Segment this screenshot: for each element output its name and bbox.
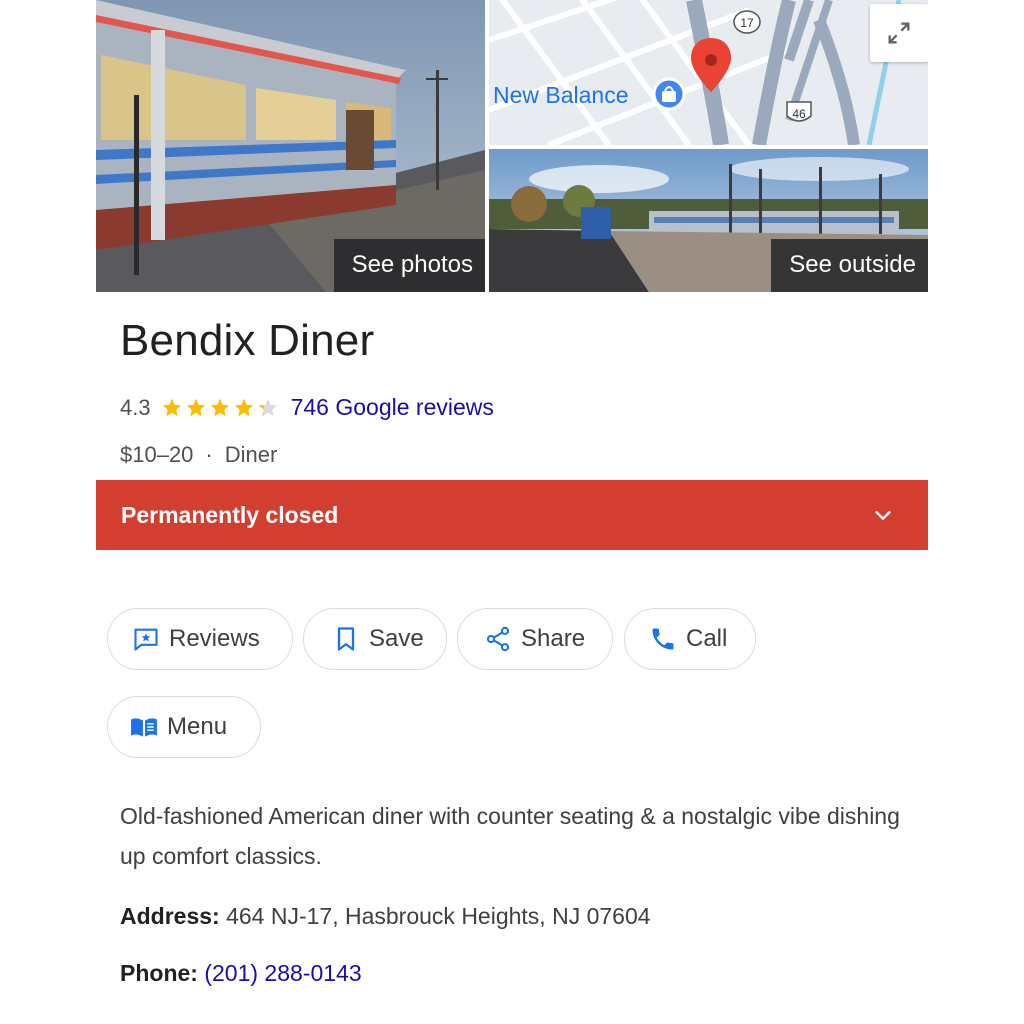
save-button[interactable]: Save [303,608,447,670]
place-description: Old-fashioned American diner with counte… [120,803,900,869]
star-icon [162,398,181,416]
phone-row: Phone: (201) 288-0143 [120,960,362,987]
reviews-icon [132,625,160,653]
google-reviews-link[interactable]: 746 Google reviews [291,394,494,421]
see-outside-button[interactable]: See outside [771,239,928,292]
address-value: 464 NJ-17, Hasbrouck Heights, NJ 07604 [219,903,651,929]
share-icon [484,625,512,653]
star-icon [186,398,205,416]
rating-value: 4.3 [120,394,151,420]
price-range: $10–20 [120,442,194,467]
expand-map-button[interactable] [870,4,928,62]
separator-dot: · [205,442,213,467]
phone-icon [649,625,677,653]
address-label: Address: [120,903,220,929]
svg-text:46: 46 [792,107,806,121]
price-category-row: $10–20 · Diner [120,442,277,468]
star-icon [258,398,277,416]
menu-button[interactable]: Menu [107,696,261,758]
diner-photo[interactable]: See photos [96,0,485,292]
share-button[interactable]: Share [457,608,613,670]
call-label: Call [686,625,728,652]
expand-icon [888,22,910,44]
menu-book-icon [130,713,158,741]
map-image: 17 46 New Balance [489,0,928,145]
knowledge-panel: See photos 17 46 New Balance See outside… [96,0,928,1024]
poi-label: New Balance [493,82,629,108]
closed-label: Permanently closed [121,501,339,528]
share-label: Share [521,625,586,652]
address-row: Address: 464 NJ-17, Hasbrouck Heights, N… [120,903,651,930]
svg-text:17: 17 [740,16,754,30]
phone-label: Phone: [120,960,198,986]
star-icon [210,398,229,416]
call-button[interactable]: Call [624,608,756,670]
route-46-shield: 46 [786,101,812,122]
menu-label: Menu [167,713,228,740]
reviews-button[interactable]: Reviews [107,608,293,670]
category: Diner [224,442,278,467]
rating-row: 4.3 746 Google reviews [120,394,494,421]
map-thumbnail[interactable]: 17 46 New Balance [489,0,928,145]
permanently-closed-banner[interactable]: Permanently closed [96,480,928,550]
street-view-thumbnail[interactable]: See outside [489,149,928,292]
star-rating [161,397,281,419]
place-title: Bendix Diner [120,316,375,365]
see-photos-button[interactable]: See photos [333,239,485,292]
shopping-bag-icon [652,77,686,111]
phone-number-link[interactable]: (201) 288-0143 [204,960,361,986]
chevron-down-icon [875,511,891,520]
bookmark-icon [332,625,360,653]
save-label: Save [369,625,424,652]
star-icon [234,398,253,416]
reviews-label: Reviews [169,625,260,652]
route-17-shield: 17 [733,10,761,34]
media-strip: See photos 17 46 New Balance See outside [96,0,928,292]
